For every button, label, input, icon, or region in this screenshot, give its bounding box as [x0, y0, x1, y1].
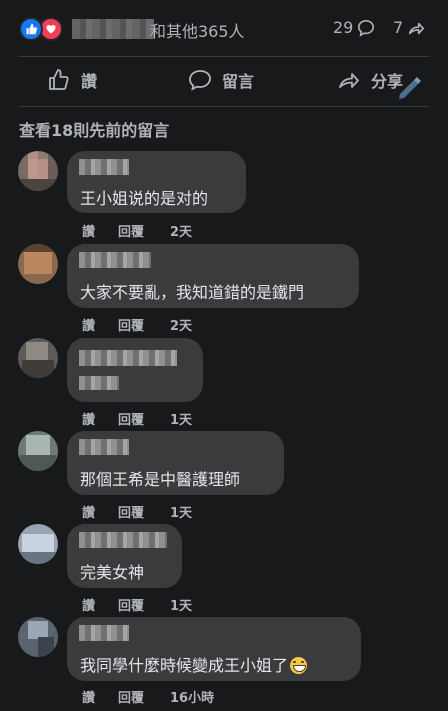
comment-button-label: 留言	[222, 72, 255, 91]
comment-like-link[interactable]: 讚	[82, 315, 118, 334]
view-previous-comments-link[interactable]: 查看18則先前的留言	[19, 117, 169, 141]
comment-actions: 讚 回覆 1天	[82, 595, 192, 614]
comment-timestamp[interactable]: 16小時	[170, 687, 214, 706]
like-reaction-icon	[19, 17, 43, 41]
blurred-comment-text	[79, 376, 119, 390]
comment-like-link[interactable]: 讚	[82, 502, 118, 521]
reaction-icons[interactable]	[19, 17, 67, 41]
comment-actions: 讚 回覆 1天	[82, 502, 192, 521]
avatar[interactable]	[18, 244, 58, 284]
speech-bubble-icon	[189, 70, 211, 91]
thumbs-up-icon	[49, 69, 69, 90]
comment-text: 完美女神	[80, 563, 145, 582]
action-bar: 讚 留言 分享	[0, 58, 448, 106]
comment-actions: 讚 回覆 16小時	[82, 687, 214, 706]
blurred-commenter-name[interactable]	[79, 159, 129, 175]
comment-icon	[358, 19, 375, 37]
divider-top	[19, 56, 429, 57]
blurred-reactor-name	[72, 19, 154, 39]
comment-bubble: 大家不要亂，我知道錯的是鐵門	[67, 244, 359, 308]
pencil-overlay-icon	[399, 77, 421, 99]
comment-like-link[interactable]: 讚	[82, 687, 118, 706]
comment-like-link[interactable]: 讚	[82, 221, 118, 240]
share-icon	[339, 73, 359, 88]
comment-actions: 讚 回覆 1天	[82, 409, 192, 428]
comment-timestamp[interactable]: 2天	[170, 221, 192, 240]
comments-count[interactable]: 29	[333, 18, 375, 37]
comment-timestamp[interactable]: 1天	[170, 502, 192, 521]
comment-text-content: 我同學什麼時候變成王小姐了	[80, 656, 289, 675]
comment-bubble: 完美女神	[67, 524, 182, 588]
blurred-commenter-name[interactable]	[79, 439, 129, 455]
shares-count-value: 7	[393, 18, 404, 37]
like-button[interactable]: 讚	[47, 68, 97, 92]
blurred-commenter-name[interactable]	[79, 350, 177, 366]
blurred-commenter-name[interactable]	[79, 625, 129, 641]
avatar[interactable]	[18, 338, 58, 378]
comment-text: 我同學什麼時候變成王小姐了	[80, 652, 308, 676]
blurred-commenter-name[interactable]	[79, 252, 151, 268]
comment-timestamp[interactable]: 1天	[170, 595, 192, 614]
comment-button[interactable]: 留言	[188, 68, 254, 92]
comment-reply-link[interactable]: 回覆	[118, 315, 170, 334]
share-arrow-icon	[409, 22, 425, 34]
reaction-summary-text[interactable]: 和其他365人	[150, 18, 245, 42]
comment-bubble: 王小姐说的是对的	[67, 151, 246, 213]
comment-actions: 讚 回覆 2天	[82, 315, 192, 334]
comment-reply-link[interactable]: 回覆	[118, 502, 170, 521]
blurred-commenter-name[interactable]	[79, 532, 167, 548]
comment-timestamp[interactable]: 1天	[170, 409, 192, 428]
comment-bubble	[67, 338, 203, 402]
avatar[interactable]	[18, 617, 58, 657]
comments-count-value: 29	[333, 18, 354, 37]
reactions-summary: 和其他365人 29 7	[0, 0, 448, 56]
like-button-label: 讚	[81, 72, 98, 91]
comment-bubble: 那個王希是中醫護理師	[67, 431, 284, 495]
divider-bottom	[19, 106, 429, 107]
comment-reply-link[interactable]: 回覆	[118, 687, 170, 706]
comment-reply-link[interactable]: 回覆	[118, 221, 170, 240]
comment-like-link[interactable]: 讚	[82, 595, 118, 614]
comment-timestamp[interactable]: 2天	[170, 315, 192, 334]
comment-reply-link[interactable]: 回覆	[118, 595, 170, 614]
comment-actions: 讚 回覆 2天	[82, 221, 192, 240]
shares-count[interactable]: 7	[393, 18, 425, 37]
avatar[interactable]	[18, 151, 58, 191]
comment-like-link[interactable]: 讚	[82, 409, 118, 428]
comment-text: 那個王希是中醫護理師	[80, 470, 241, 489]
avatar[interactable]	[18, 431, 58, 471]
comment-bubble: 我同學什麼時候變成王小姐了	[67, 617, 361, 681]
avatar[interactable]	[18, 524, 58, 564]
comment-text: 王小姐说的是对的	[80, 189, 209, 208]
comment-reply-link[interactable]: 回覆	[118, 409, 170, 428]
comment-text: 大家不要亂，我知道錯的是鐵門	[80, 283, 305, 302]
grinning-sweat-emoji-icon	[290, 657, 308, 674]
